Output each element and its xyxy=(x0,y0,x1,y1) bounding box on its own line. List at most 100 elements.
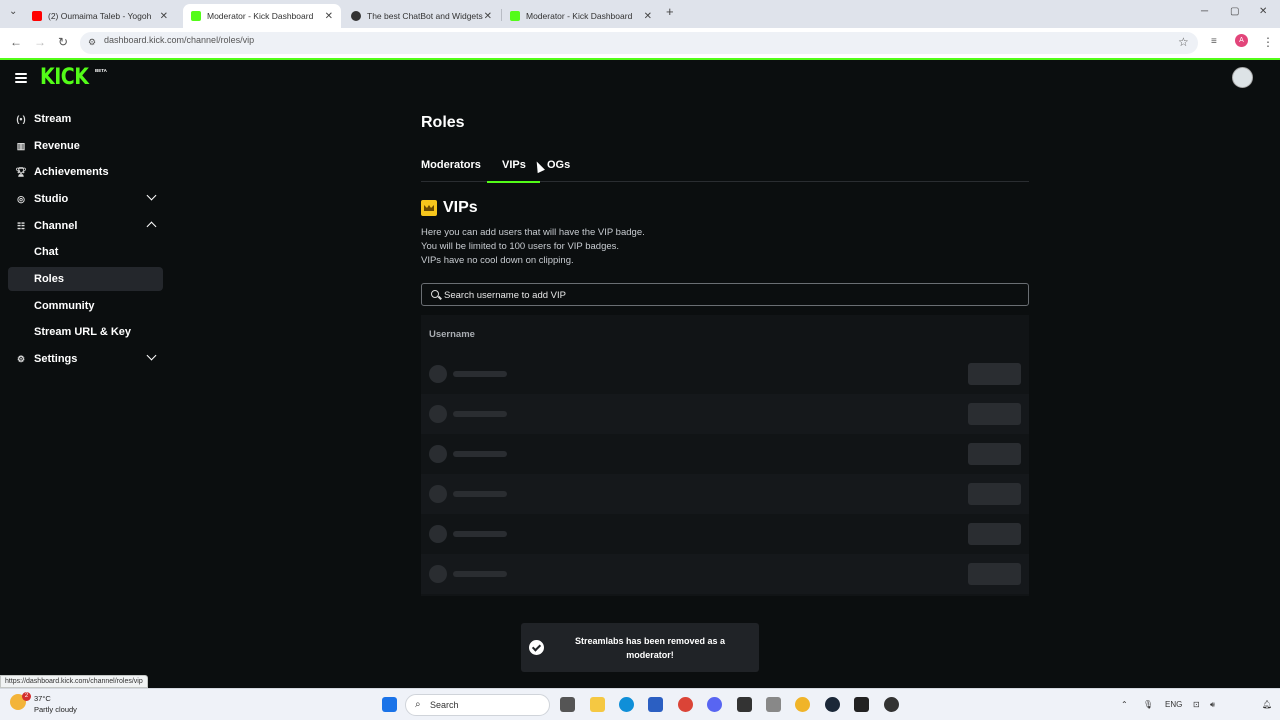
windows-start-icon[interactable] xyxy=(382,697,397,712)
browser-tab-kick-dashboard-2[interactable]: Moderator - Kick Dashboard ✕ xyxy=(502,4,660,28)
tab-list-chevron-icon[interactable]: ⌄ xyxy=(9,6,17,17)
skeleton-avatar xyxy=(429,525,447,543)
table-row xyxy=(421,514,1029,554)
browser-tab-chatbot[interactable]: The best ChatBot and Widgets ✕ xyxy=(343,4,500,28)
sidebar-item-settings[interactable]: ⚙ Settings xyxy=(8,347,163,371)
store-icon[interactable] xyxy=(648,697,663,712)
youtube-icon xyxy=(32,11,42,21)
browser-menu-icon[interactable]: ⋮ xyxy=(1262,35,1274,49)
network-icon[interactable]: ⊡ xyxy=(1193,700,1200,709)
kick-logo[interactable]: KICK xyxy=(40,64,89,89)
tab-moderators[interactable]: Moderators xyxy=(421,159,481,182)
site-info-icon[interactable]: ⚙ xyxy=(88,37,96,48)
notification-badge: 2 xyxy=(22,692,31,701)
tab-label: (2) Oumaima Taleb - Yogoh xyxy=(48,11,152,21)
skeleton-name xyxy=(453,491,507,497)
browser-tab-youtube[interactable]: (2) Oumaima Taleb - Yogoh ✕ xyxy=(24,4,176,28)
skeleton-name xyxy=(453,531,507,537)
sidebar-item-stream[interactable]: (•) Stream xyxy=(8,107,163,131)
close-icon[interactable]: ✕ xyxy=(325,11,333,22)
beta-badge: BETA xyxy=(95,68,107,73)
sidebar-item-label: Stream URL & Key xyxy=(34,326,131,338)
weather-condition: Partly cloudy xyxy=(34,705,77,714)
mail-app-icon[interactable] xyxy=(854,697,869,712)
toast-message: Streamlabs has been removed as a moderat… xyxy=(574,636,726,660)
language-indicator[interactable]: ENG xyxy=(1165,700,1182,709)
new-tab-icon[interactable]: + xyxy=(666,4,674,19)
mouse-app-icon[interactable] xyxy=(766,697,781,712)
volume-icon[interactable]: 🔊︎ xyxy=(1210,700,1215,710)
window-close-icon[interactable]: ✕ xyxy=(1259,6,1267,17)
close-icon[interactable]: ✕ xyxy=(644,11,652,22)
skeleton-avatar xyxy=(429,485,447,503)
game-app-icon[interactable] xyxy=(795,697,810,712)
media-controls-icon[interactable]: ≡ xyxy=(1211,36,1217,47)
close-icon[interactable]: ✕ xyxy=(484,11,492,22)
gear-icon: ⚙ xyxy=(16,353,26,364)
sidebar-item-chat[interactable]: Chat xyxy=(8,240,163,264)
skeleton-button xyxy=(968,483,1021,505)
microphone-icon[interactable]: 🎙︎ xyxy=(1143,700,1153,709)
tab-ogs[interactable]: OGs xyxy=(547,159,570,182)
edge-icon[interactable] xyxy=(619,697,634,712)
browser-tab-kick-dashboard[interactable]: Moderator - Kick Dashboard ✕ xyxy=(183,4,341,28)
obs-icon[interactable] xyxy=(737,697,752,712)
minimize-icon[interactable]: ─ xyxy=(1201,6,1208,17)
sidebar-item-channel[interactable]: ☷ Channel xyxy=(8,214,163,238)
broadcast-icon: (•) xyxy=(16,114,26,124)
taskbar-search[interactable]: ⌕ Search xyxy=(405,694,550,716)
sidebar-item-label: Revenue xyxy=(34,140,80,152)
tab-label: Moderator - Kick Dashboard xyxy=(207,11,314,21)
reload-icon[interactable]: ↻ xyxy=(58,35,68,49)
profile-avatar[interactable]: A xyxy=(1235,34,1248,47)
sidebar-item-revenue[interactable]: ▥ Revenue xyxy=(8,134,163,158)
chevron-down-icon xyxy=(146,350,157,361)
sidebar-item-label: Roles xyxy=(34,273,64,285)
discord-icon[interactable] xyxy=(707,697,722,712)
steam-icon[interactable] xyxy=(825,697,840,712)
vip-search-input[interactable] xyxy=(444,287,1014,303)
skeleton-avatar xyxy=(429,405,447,423)
sidebar-item-roles[interactable]: Roles xyxy=(8,267,163,291)
notifications-icon[interactable]: 🔔︎ xyxy=(1262,700,1272,709)
skeleton-button xyxy=(968,523,1021,545)
crown-icon xyxy=(421,200,437,216)
status-bar-url: https://dashboard.kick.com/channel/roles… xyxy=(0,675,148,688)
skeleton-name xyxy=(453,571,507,577)
column-header-username: Username xyxy=(429,329,475,340)
bookmark-star-icon[interactable]: ☆ xyxy=(1178,35,1189,49)
skeleton-avatar xyxy=(429,565,447,583)
windows-taskbar: 2 37°C Partly cloudy ⌕ Search ⌃ 🎙︎ ENG ⊡… xyxy=(0,688,1280,720)
back-icon[interactable]: ← xyxy=(10,35,22,49)
section-title: VIPs xyxy=(443,199,478,216)
streamlabs-icon xyxy=(351,11,361,21)
skeleton-button xyxy=(968,363,1021,385)
sidebar-item-studio[interactable]: ◎ Studio xyxy=(8,187,163,211)
tab-label: The best ChatBot and Widgets xyxy=(367,11,483,21)
task-view-icon[interactable] xyxy=(560,697,575,712)
chevron-up-icon[interactable]: ⌃ xyxy=(1121,700,1128,709)
tab-vips[interactable]: VIPs xyxy=(487,159,540,183)
user-avatar[interactable] xyxy=(1232,67,1253,88)
sidebar-item-achievements[interactable]: 🏆︎ Achievements xyxy=(8,160,163,184)
sidebar-item-label: Achievements xyxy=(34,166,109,178)
app-icon[interactable] xyxy=(884,697,899,712)
search-icon xyxy=(431,290,439,298)
browser-tab-bar: ⌄ (2) Oumaima Taleb - Yogoh ✕ Moderator … xyxy=(0,0,1280,28)
file-explorer-icon[interactable] xyxy=(590,697,605,712)
hamburger-menu-icon[interactable] xyxy=(15,73,27,83)
sidebar-item-stream-url-key[interactable]: Stream URL & Key xyxy=(8,320,163,344)
trophy-icon: 🏆︎ xyxy=(15,166,27,177)
sidebar-item-community[interactable]: Community xyxy=(8,294,163,318)
sidebar-item-label: Community xyxy=(34,300,95,312)
close-icon[interactable]: ✕ xyxy=(160,11,168,22)
skeleton-button xyxy=(968,403,1021,425)
weather-temperature: 37°C xyxy=(34,694,51,703)
maximize-icon[interactable]: ▢ xyxy=(1230,6,1239,17)
skeleton-avatar xyxy=(429,365,447,383)
forward-icon[interactable]: → xyxy=(34,35,46,49)
sidebar-item-label: Studio xyxy=(34,193,69,205)
vip-search-box[interactable] xyxy=(421,283,1029,306)
chrome-icon[interactable] xyxy=(678,697,693,712)
skeleton-name xyxy=(453,411,507,417)
